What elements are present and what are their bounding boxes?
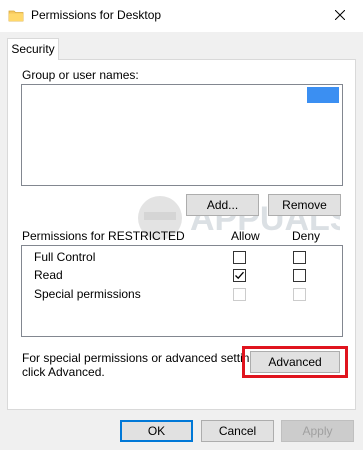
allow-checkbox-special	[233, 288, 246, 301]
window-title: Permissions for Desktop	[31, 8, 162, 22]
list-item-selected[interactable]	[307, 87, 339, 103]
checkmark-icon	[235, 271, 244, 280]
cancel-button[interactable]: Cancel	[201, 420, 274, 442]
permissions-dialog: Permissions for Desktop Security Group o…	[0, 0, 363, 450]
deny-checkbox-full-control[interactable]	[293, 251, 306, 264]
advanced-button[interactable]: Advanced	[250, 351, 340, 373]
deny-checkbox-read[interactable]	[293, 269, 306, 282]
allow-checkbox-full-control[interactable]	[233, 251, 246, 264]
title-bar: Permissions for Desktop	[0, 0, 363, 32]
close-button[interactable]	[317, 0, 363, 32]
folder-icon	[8, 8, 24, 24]
permissions-header: Permissions for RESTRICTED	[22, 229, 185, 243]
group-names-label: Group or user names:	[22, 68, 139, 82]
add-button[interactable]: Add...	[186, 194, 259, 216]
advanced-hint-line2: click Advanced.	[22, 365, 105, 379]
deny-column-header: Deny	[292, 229, 321, 243]
permission-name: Full Control	[34, 250, 96, 264]
permission-name: Read	[34, 268, 63, 282]
deny-checkbox-special	[293, 288, 306, 301]
permission-name: Special permissions	[34, 287, 141, 301]
tab-security[interactable]: Security	[7, 38, 59, 60]
close-icon	[334, 9, 346, 23]
user-list[interactable]	[21, 84, 343, 186]
apply-button: Apply	[281, 420, 354, 442]
remove-button[interactable]: Remove	[268, 194, 341, 216]
ok-button[interactable]: OK	[120, 420, 193, 442]
allow-column-header: Allow	[231, 229, 260, 243]
advanced-hint-line1: For special permissions or advanced sett…	[22, 351, 266, 365]
allow-checkbox-read[interactable]	[233, 269, 246, 282]
